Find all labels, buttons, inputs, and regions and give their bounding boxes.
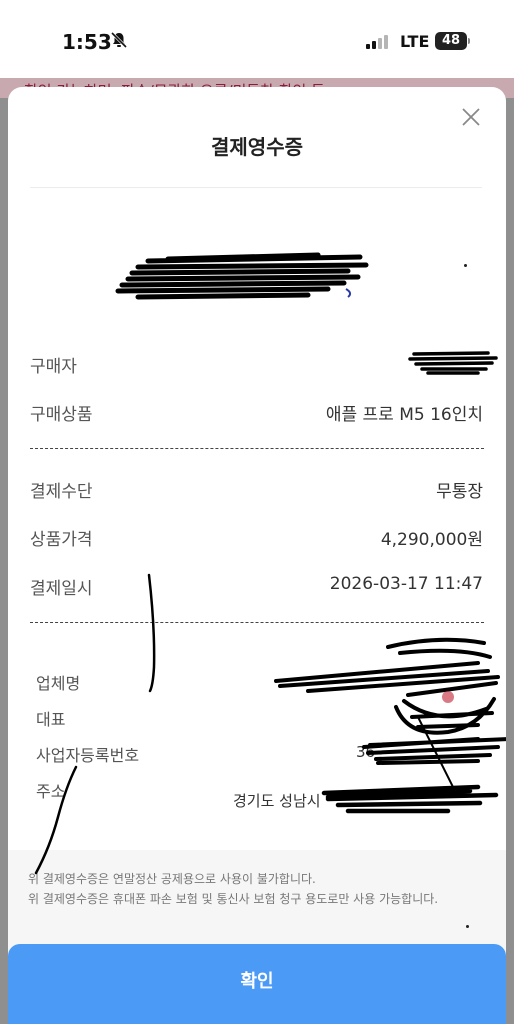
battery-icon: 48: [435, 32, 467, 50]
confirm-button[interactable]: 확인: [8, 944, 506, 1024]
product-value: 애플 프로 M5 16인치: [325, 405, 483, 425]
dashed-divider: [30, 448, 484, 449]
title-divider: [30, 187, 482, 188]
product-label: 구매상품: [30, 405, 93, 425]
receipt-modal: 결제영수증 구매자 구매상품 애플 프로 M5 16인치 결제수단 무통장 상품…: [8, 87, 506, 1024]
buyer-redaction: [408, 351, 498, 375]
representative-label: 대표: [36, 710, 66, 729]
address-value: 경기도 성남시: [233, 792, 321, 810]
business-reg-value: 36: [356, 743, 376, 761]
notice-line: 위 결제영수증은 휴대폰 파손 보험 및 통신사 보험 청구 용도로만 사용 가…: [28, 892, 439, 906]
signal-icon: [366, 34, 388, 49]
redaction-scribble: [115, 252, 369, 300]
close-icon[interactable]: [459, 105, 483, 129]
price-label: 상품가격: [30, 530, 93, 550]
notice-line: 위 결제영수증은 연말정산 공제용으로 사용이 불가합니다.: [28, 872, 316, 886]
payment-date-label: 결제일시: [30, 579, 93, 599]
status-time: 1:53: [62, 30, 112, 54]
network-type: LTE: [400, 32, 430, 51]
payment-method-value: 무통장: [436, 482, 483, 502]
payment-method-label: 결제수단: [30, 482, 93, 502]
payment-date-value: 2026-03-17 11:47: [329, 574, 483, 594]
business-reg-label: 사업자등록번호: [36, 746, 140, 765]
dashed-divider: [30, 622, 484, 623]
buyer-label: 구매자: [30, 357, 77, 377]
bell-slash-icon: [110, 31, 128, 49]
battery-tip: [468, 38, 470, 44]
price-value: 4,290,000원: [380, 530, 483, 550]
address-label: 주소: [36, 782, 66, 801]
modal-title: 결제영수증: [211, 135, 303, 159]
company-label: 업체명: [36, 674, 81, 693]
status-bar: 1:53 LTE 48: [0, 0, 514, 78]
dot-mark: [466, 925, 469, 928]
dot-mark: [464, 264, 467, 267]
